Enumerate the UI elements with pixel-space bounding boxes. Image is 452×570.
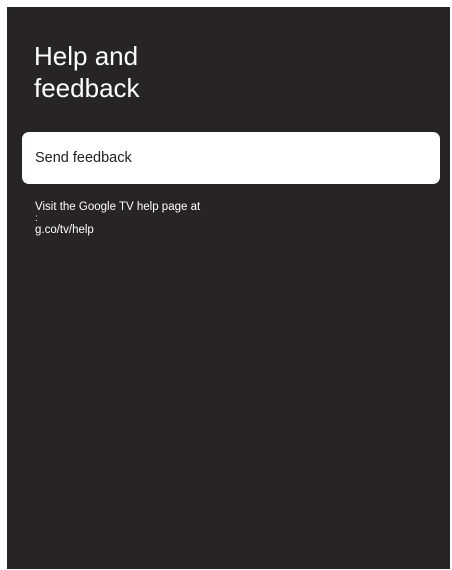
help-text-colon: : <box>35 213 38 224</box>
page-title: Help and feedback <box>34 40 334 104</box>
send-feedback-button[interactable]: Send feedback <box>22 132 440 184</box>
settings-panel: Help and feedback Send feedback Visit th… <box>7 7 450 569</box>
page-title-line-2: feedback <box>34 73 140 103</box>
page-title-line-1: Help and <box>34 41 139 71</box>
help-text-line: Visit the Google TV help page at <box>35 201 201 213</box>
send-feedback-label: Send feedback <box>35 150 132 166</box>
help-text: Visit the Google TV help page at : g.co/… <box>35 200 335 238</box>
help-link-text: g.co/tv/help <box>35 224 94 236</box>
